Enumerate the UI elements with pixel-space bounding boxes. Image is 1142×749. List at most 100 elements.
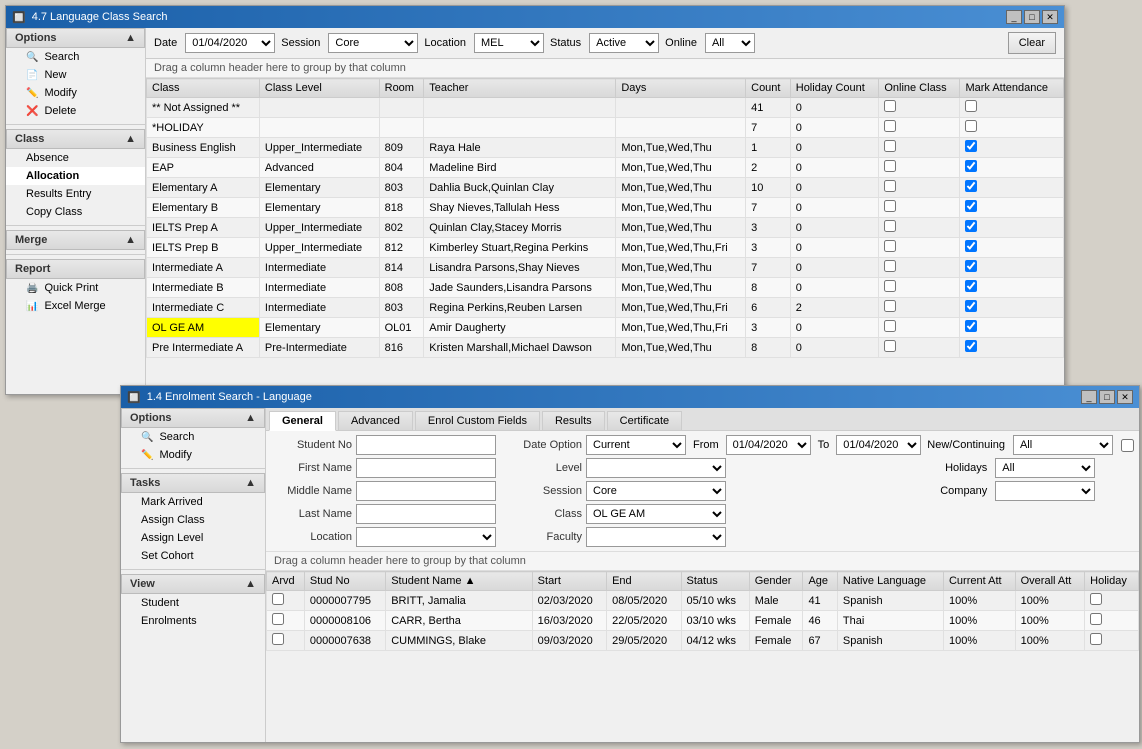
enrol-sidebar-modify[interactable]: ✏️ Modify (121, 446, 265, 464)
enrol-tasks-header[interactable]: Tasks ▲ (121, 473, 265, 493)
sidebar-item-delete[interactable]: ❌ Delete (6, 102, 145, 120)
col-stud-no[interactable]: Stud No (304, 572, 385, 591)
col-age[interactable]: Age (803, 572, 837, 591)
enrol-options-header[interactable]: Options ▲ (121, 408, 265, 428)
status-select[interactable]: Active (589, 33, 659, 53)
table-row[interactable]: *HOLIDAY70 (147, 118, 1064, 138)
col-start[interactable]: Start (532, 572, 606, 591)
enrol-minimize-button[interactable]: _ (1081, 390, 1097, 404)
enrol-task-assign-level[interactable]: Assign Level (121, 529, 265, 547)
enrol-sidebar-options: Options ▲ 🔍 Search ✏️ Modify (121, 408, 265, 464)
last-name-input[interactable] (356, 504, 496, 524)
clear-button[interactable]: Clear (1008, 32, 1056, 54)
new-continuing-checkbox[interactable] (1121, 439, 1134, 452)
table-row[interactable]: EAPAdvanced804Madeline BirdMon,Tue,Wed,T… (147, 158, 1064, 178)
enrol-view-header[interactable]: View ▲ (121, 574, 265, 594)
table-row[interactable]: Intermediate CIntermediate803Regina Perk… (147, 298, 1064, 318)
tab-results[interactable]: Results (542, 411, 605, 430)
main-table-container[interactable]: Class Class Level Room Teacher Days Coun… (146, 78, 1064, 394)
class-form-select[interactable]: OL GE AM (586, 504, 726, 524)
sidebar-item-copy-class[interactable]: Copy Class (6, 203, 145, 221)
col-student-name[interactable]: Student Name ▲ (386, 572, 532, 591)
col-gender[interactable]: Gender (749, 572, 803, 591)
sidebar-item-excel-merge[interactable]: 📊 Excel Merge (6, 297, 145, 315)
table-row[interactable]: OL GE AMElementaryOL01Amir DaughertyMon,… (147, 318, 1064, 338)
enrol-close-button[interactable]: ✕ (1117, 390, 1133, 404)
session-form-select[interactable]: Core (586, 481, 726, 501)
location-select[interactable] (356, 527, 496, 547)
sidebar-merge-header[interactable]: Merge ▲ (6, 230, 145, 250)
level-select[interactable] (586, 458, 726, 478)
table-row[interactable]: 0000007795BRITT, Jamalia02/03/202008/05/… (267, 591, 1139, 611)
table-row[interactable]: 0000007638CUMMINGS, Blake09/03/202029/05… (267, 631, 1139, 651)
sidebar-options-header[interactable]: Options ▲ (6, 28, 145, 48)
sidebar-item-new[interactable]: 📄 New (6, 66, 145, 84)
table-row[interactable]: ** Not Assigned **410 (147, 98, 1064, 118)
enrol-view-student[interactable]: Student (121, 594, 265, 612)
col-teacher[interactable]: Teacher (424, 79, 616, 98)
tab-general[interactable]: General (269, 411, 336, 431)
date-select[interactable]: 01/04/2020 (185, 33, 275, 53)
tab-advanced[interactable]: Advanced (338, 411, 413, 430)
col-end[interactable]: End (607, 572, 681, 591)
enrol-maximize-button[interactable]: □ (1099, 390, 1115, 404)
table-row[interactable]: Intermediate BIntermediate808Jade Saunde… (147, 278, 1064, 298)
sidebar-item-modify[interactable]: ✏️ Modify (6, 84, 145, 102)
col-room[interactable]: Room (379, 79, 424, 98)
location-select[interactable]: MEL (474, 33, 544, 53)
col-mark-attendance[interactable]: Mark Attendance (960, 79, 1064, 98)
col-days[interactable]: Days (616, 79, 746, 98)
table-row[interactable]: 0000008106CARR, Bertha16/03/202022/05/20… (267, 611, 1139, 631)
faculty-select[interactable] (586, 527, 726, 547)
minimize-button[interactable]: _ (1006, 10, 1022, 24)
col-holiday-count[interactable]: Holiday Count (790, 79, 879, 98)
col-holiday[interactable]: Holiday (1085, 572, 1139, 591)
sidebar-report-header[interactable]: Report (6, 259, 145, 279)
col-count[interactable]: Count (746, 79, 791, 98)
enrol-sidebar-search[interactable]: 🔍 Search (121, 428, 265, 446)
col-online-class[interactable]: Online Class (879, 79, 960, 98)
enrol-task-set-cohort[interactable]: Set Cohort (121, 547, 265, 565)
new-continuing-select[interactable]: All (1013, 435, 1113, 455)
col-native-language[interactable]: Native Language (837, 572, 943, 591)
col-class[interactable]: Class (147, 79, 260, 98)
table-row[interactable]: Business EnglishUpper_Intermediate809Ray… (147, 138, 1064, 158)
table-row[interactable]: Intermediate AIntermediate814Lisandra Pa… (147, 258, 1064, 278)
to-date-select[interactable]: 01/04/2020 (836, 435, 921, 455)
tab-certificate[interactable]: Certificate (607, 411, 683, 430)
table-row[interactable]: Elementary BElementary818Shay Nieves,Tal… (147, 198, 1064, 218)
sidebar-item-results-entry[interactable]: Results Entry (6, 185, 145, 203)
first-name-input[interactable] (356, 458, 496, 478)
first-name-row: First Name (272, 458, 496, 478)
col-arvd[interactable]: Arvd (267, 572, 305, 591)
holidays-select[interactable]: All (995, 458, 1095, 478)
maximize-button[interactable]: □ (1024, 10, 1040, 24)
sidebar-item-search[interactable]: 🔍 Search (6, 48, 145, 66)
student-no-input[interactable] (356, 435, 496, 455)
col-overall-att[interactable]: Overall Att (1015, 572, 1085, 591)
main-content-area: Date 01/04/2020 Session Core Location ME… (146, 28, 1064, 394)
online-select[interactable]: All (705, 33, 755, 53)
enrol-table-container[interactable]: Arvd Stud No Student Name ▲ Start End St… (266, 571, 1139, 742)
col-current-att[interactable]: Current Att (943, 572, 1015, 591)
sidebar-item-quick-print[interactable]: 🖨️ Quick Print (6, 279, 145, 297)
middle-name-input[interactable] (356, 481, 496, 501)
company-select[interactable] (995, 481, 1095, 501)
enrol-task-mark-arrived[interactable]: Mark Arrived (121, 493, 265, 511)
sidebar-item-allocation[interactable]: Allocation (6, 167, 145, 185)
date-option-select[interactable]: Current (586, 435, 686, 455)
sidebar-item-absence[interactable]: Absence (6, 149, 145, 167)
col-class-level[interactable]: Class Level (259, 79, 379, 98)
enrol-view-enrolments[interactable]: Enrolments (121, 612, 265, 630)
col-status[interactable]: Status (681, 572, 749, 591)
session-select[interactable]: Core (328, 33, 418, 53)
tab-enrol-custom-fields[interactable]: Enrol Custom Fields (415, 411, 540, 430)
from-date-select[interactable]: 01/04/2020 (726, 435, 811, 455)
table-row[interactable]: IELTS Prep BUpper_Intermediate812Kimberl… (147, 238, 1064, 258)
table-row[interactable]: Pre Intermediate APre-Intermediate816Kri… (147, 338, 1064, 358)
close-button[interactable]: ✕ (1042, 10, 1058, 24)
sidebar-class-header[interactable]: Class ▲ (6, 129, 145, 149)
enrol-task-assign-class[interactable]: Assign Class (121, 511, 265, 529)
table-row[interactable]: IELTS Prep AUpper_Intermediate802Quinlan… (147, 218, 1064, 238)
table-row[interactable]: Elementary AElementary803Dahlia Buck,Qui… (147, 178, 1064, 198)
